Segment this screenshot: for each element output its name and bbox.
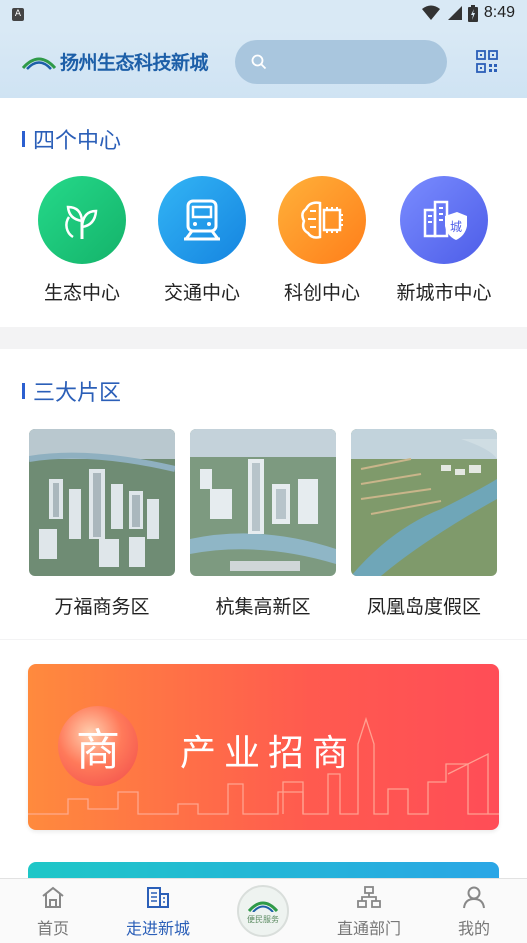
zone-aerial-image (351, 429, 497, 576)
app-title: 扬州生态科技新城 (60, 52, 209, 74)
section-title: 三大片区 (33, 381, 122, 406)
section-marker (22, 131, 25, 147)
center-innovation[interactable]: 科创中心 (262, 176, 382, 305)
search-icon (251, 54, 267, 70)
zone-hangji[interactable]: 杭集高新区 (190, 429, 336, 619)
merchant-badge-icon: 商 (58, 706, 138, 786)
zone-aerial-image (190, 429, 336, 576)
org-chart-icon (357, 886, 381, 908)
center-ecology[interactable]: 生态中心 (22, 176, 142, 305)
status-bar: A 8:49 (0, 0, 527, 30)
home-icon (42, 886, 64, 908)
bottom-tab-bar: 首页 走进新城 便民服务 直通部门 我的 (0, 878, 527, 943)
section-title: 四个中心 (33, 129, 122, 154)
tab-departments[interactable]: 直通部门 (329, 885, 409, 939)
app-header: 扬州生态科技新城 (0, 30, 527, 98)
zone-aerial-image (29, 429, 175, 576)
tab-enter-new-city[interactable]: 走进新城 (118, 885, 198, 939)
four-centers-section: 四个中心 生态中心 交通中心 科创中心 城 新城市中心 (0, 98, 527, 327)
tab-convenience-service[interactable]: 便民服务 (237, 885, 289, 937)
investment-banner[interactable]: 商 产业招商 (28, 664, 499, 830)
center-transport[interactable]: 交通中心 (142, 176, 262, 305)
banner-title: 产业招商 (180, 733, 357, 774)
three-zones-section: 三大片区 万福商务区 杭集高新区 凤凰岛度假区 (0, 349, 527, 639)
building-icon (147, 887, 169, 908)
qr-code-icon[interactable] (476, 50, 498, 74)
tab-home[interactable]: 首页 (13, 885, 93, 939)
service-logo-icon (248, 901, 278, 912)
zone-phoenix-island[interactable]: 凤凰岛度假区 (351, 429, 497, 619)
battery-icon (467, 4, 478, 22)
city-badge-text: 城 (450, 220, 462, 234)
plant-icon (38, 176, 126, 264)
wifi-icon (421, 5, 440, 20)
center-new-city[interactable]: 城 新城市中心 (384, 176, 504, 305)
zone-wanfu[interactable]: 万福商务区 (29, 429, 175, 619)
section-marker (22, 383, 25, 399)
notification-a-icon: A (12, 8, 24, 21)
clock: 8:49 (483, 4, 515, 21)
user-icon (463, 886, 485, 909)
search-bar[interactable] (235, 40, 447, 84)
app-logo: 扬州生态科技新城 (22, 48, 209, 75)
brain-chip-icon (278, 176, 366, 264)
arch-logo-icon (22, 57, 56, 70)
city-shield-icon: 城 (400, 176, 488, 264)
signal-icon (447, 6, 462, 20)
train-icon (158, 176, 246, 264)
tab-mine[interactable]: 我的 (434, 885, 514, 939)
